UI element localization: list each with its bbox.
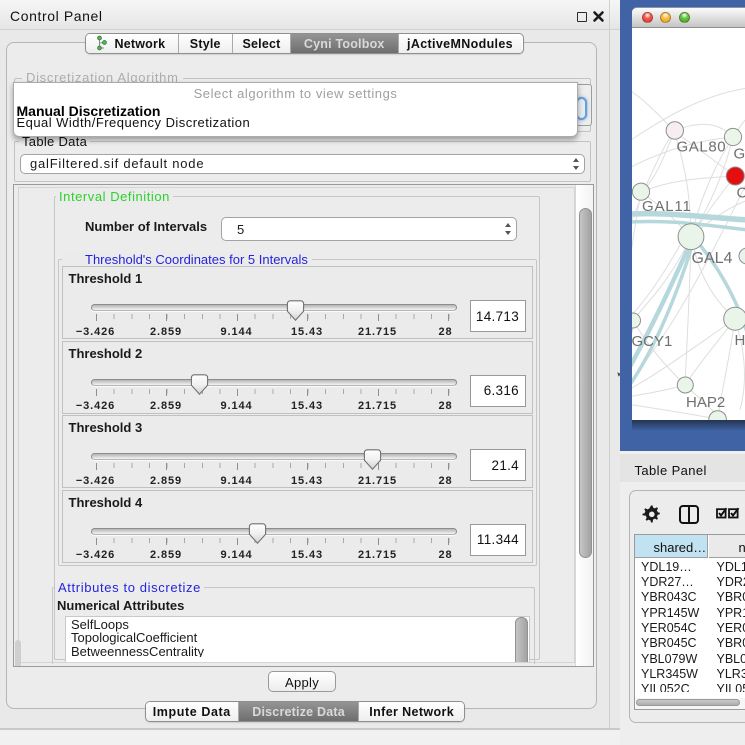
- svg-text:GAL80: GAL80: [677, 139, 727, 156]
- svg-text:CD: CD: [737, 185, 745, 202]
- svg-text:GAL11: GAL11: [642, 198, 692, 215]
- svg-text:HI: HI: [735, 332, 745, 349]
- svg-text:GAL4: GAL4: [692, 250, 733, 267]
- svg-text:GCY1: GCY1: [632, 333, 672, 350]
- svg-text:GAL: GAL: [734, 146, 745, 163]
- svg-text:HAP2: HAP2: [686, 394, 725, 411]
